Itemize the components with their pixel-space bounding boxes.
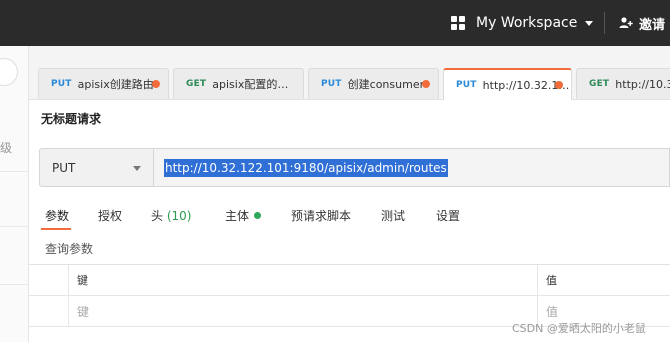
url-text-selected: http://10.32.122.101:9180/apisix/admin/r…	[164, 158, 448, 177]
tab-method: GET	[589, 79, 610, 89]
checkbox-column-header	[29, 265, 69, 295]
watermark: CSDN @爱晒太阳的小老鼠	[512, 322, 646, 335]
request-title[interactable]: 无标题请求	[41, 110, 101, 127]
workspace-switcher[interactable]: My Workspace	[451, 12, 594, 34]
tab-label: 创建consumer	[347, 78, 425, 91]
request-tab[interactable]: GET apisix配置的…	[173, 68, 304, 99]
tab-settings[interactable]: 设置	[436, 207, 460, 224]
tab-headers[interactable]: 头 (10)	[151, 207, 191, 224]
top-bar: My Workspace 邀请	[0, 0, 670, 46]
request-tab-active[interactable]: PUT http://10.32.1…	[443, 68, 572, 100]
request-tab[interactable]: PUT apisix创建路由	[38, 68, 169, 99]
tab-method: GET	[186, 79, 207, 89]
column-header-value-label: 值	[546, 274, 557, 287]
tab-tests[interactable]: 测试	[381, 207, 405, 224]
header-divider	[604, 12, 605, 34]
sidebar-search-input[interactable]	[0, 58, 18, 86]
tab-label: http://10.32	[615, 77, 670, 91]
workspace-grid-icon	[451, 16, 465, 30]
tab-prerequest-script[interactable]: 预请求脚本	[291, 207, 351, 224]
tab-label: apisix创建路由	[77, 78, 154, 91]
url-input[interactable]: http://10.32.122.101:9180/apisix/admin/r…	[154, 148, 670, 187]
tab-headers-label: 头	[151, 209, 164, 223]
chevron-down-icon	[133, 166, 141, 171]
query-params-table: 键 值 键 值	[29, 264, 670, 327]
request-tab[interactable]: PUT 创建consumer	[308, 68, 439, 99]
unsaved-dot-icon	[555, 81, 563, 89]
row-checkbox-cell	[29, 296, 69, 326]
tab-method: PUT	[456, 80, 477, 90]
unsaved-dot-icon	[152, 80, 160, 88]
value-placeholder: 值	[546, 304, 559, 319]
chevron-down-icon	[585, 20, 594, 26]
body-indicator-dot-icon	[254, 212, 262, 219]
sidebar: 级	[0, 46, 29, 342]
active-tab-underline	[41, 228, 71, 230]
headers-count: (10)	[166, 209, 192, 223]
tab-auth[interactable]: 授权	[98, 207, 122, 224]
sidebar-divider	[0, 171, 29, 172]
tab-body[interactable]: 主体	[225, 207, 262, 224]
request-tabs: PUT apisix创建路由 GET apisix配置的… PUT 创建cons…	[29, 46, 670, 100]
workspace-label: My Workspace	[476, 15, 578, 31]
table-header-row: 键 值	[29, 265, 670, 296]
request-tab[interactable]: GET http://10.32	[576, 68, 670, 99]
column-header-value: 值	[538, 265, 670, 295]
key-input[interactable]: 键	[69, 296, 538, 326]
query-params-label: 查询参数	[45, 242, 94, 256]
key-placeholder: 键	[77, 304, 90, 319]
invite-button[interactable]: 邀请	[619, 13, 665, 33]
unsaved-dot-icon	[422, 80, 430, 88]
sidebar-divider	[0, 284, 29, 285]
tab-method: PUT	[321, 79, 342, 89]
sidebar-partial-label: 级	[0, 141, 13, 155]
tab-label: apisix配置的…	[212, 78, 289, 91]
column-header-key: 键	[69, 265, 538, 295]
column-header-key-label: 键	[77, 274, 88, 287]
tab-method: PUT	[51, 79, 72, 89]
add-user-icon	[619, 17, 633, 28]
tab-body-label: 主体	[225, 209, 250, 223]
request-subtabs: 参数 授权 头 (10) 主体 预请求脚本 测试 设置	[29, 201, 670, 231]
method-value: PUT	[52, 160, 76, 175]
invite-label: 邀请	[639, 17, 666, 33]
tab-params[interactable]: 参数	[45, 207, 69, 224]
method-select[interactable]: PUT	[39, 148, 154, 187]
sidebar-divider	[0, 226, 29, 227]
